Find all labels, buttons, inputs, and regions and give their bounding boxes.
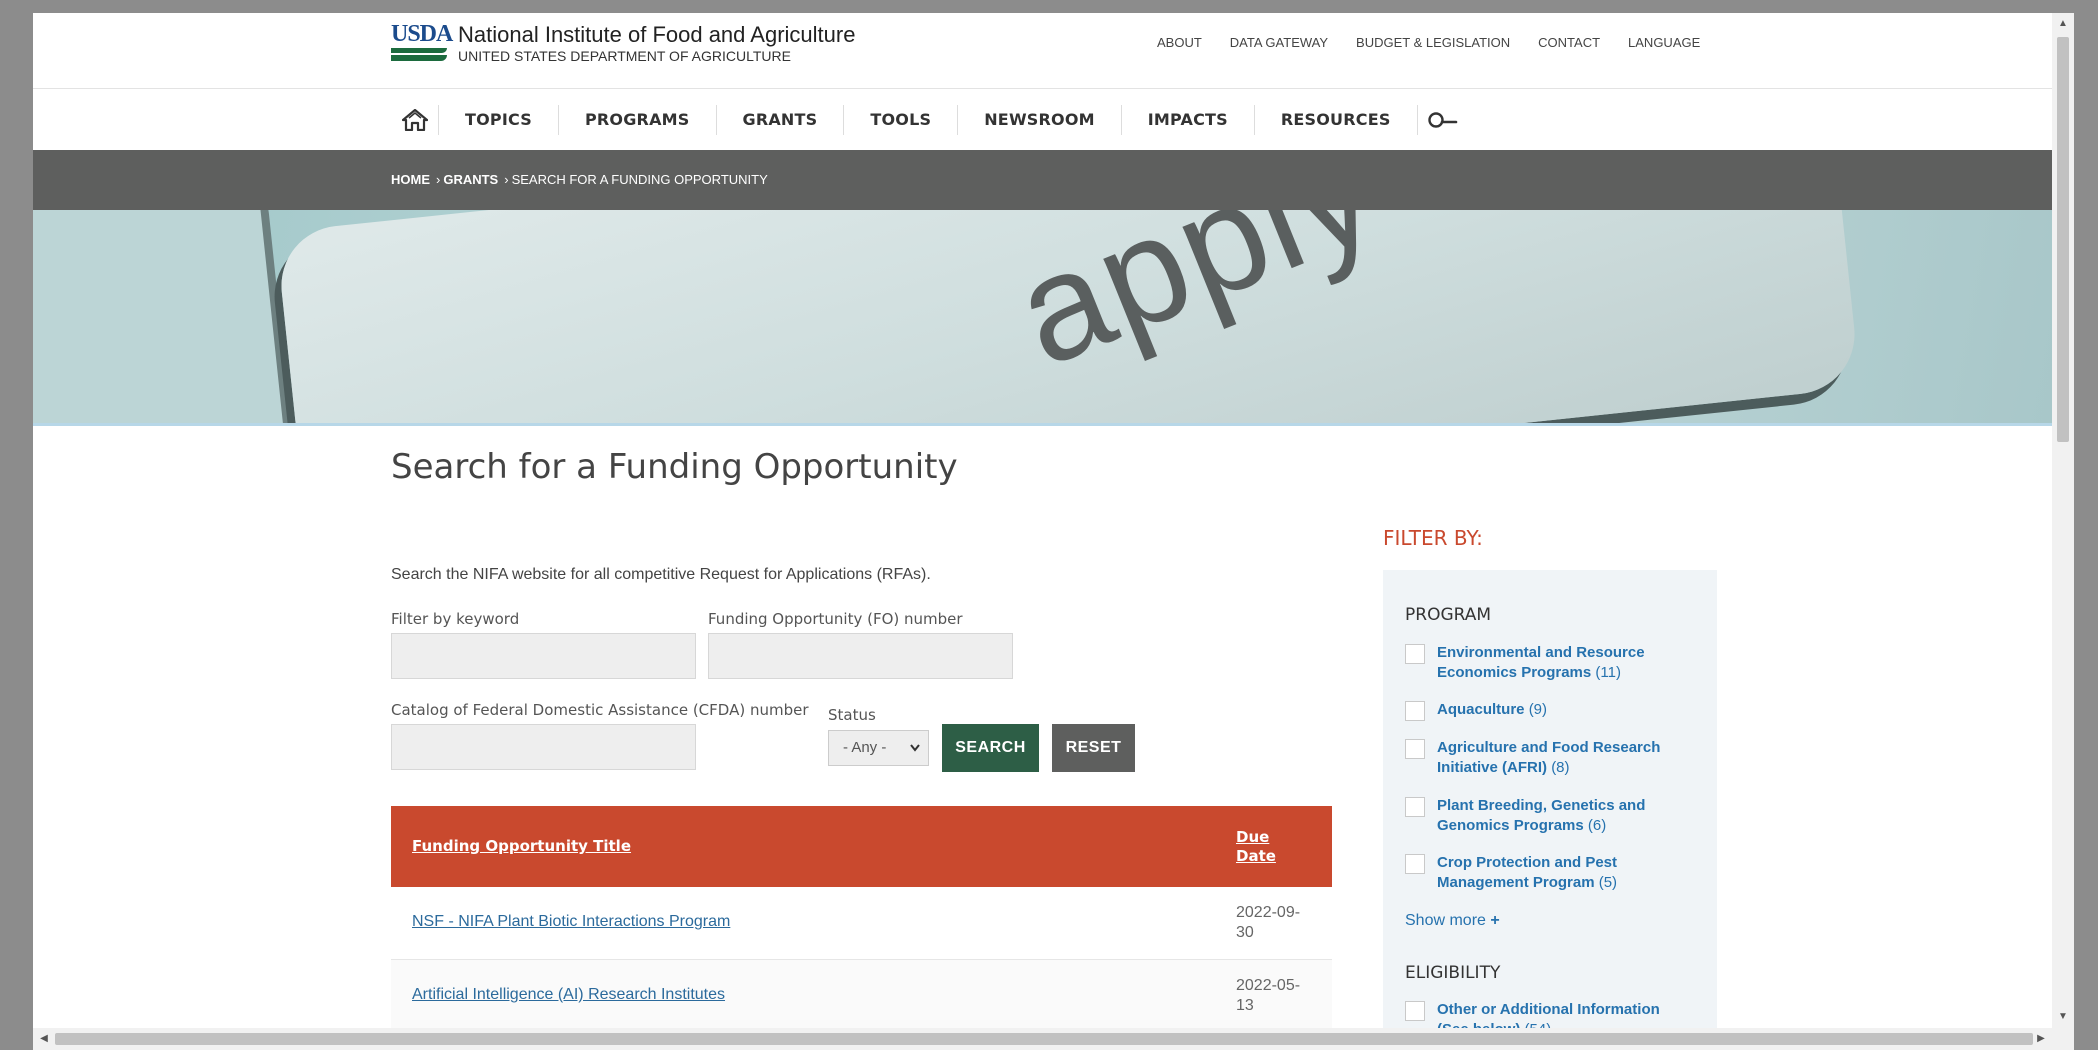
filter-panel: PROGRAM Environmental and Resource Econo… [1383, 570, 1717, 1050]
scroll-down-icon[interactable]: ▼ [2052, 1006, 2074, 1028]
table-header: Funding Opportunity Title Due Date [391, 806, 1332, 887]
nav-grants[interactable]: GRANTS [717, 105, 845, 135]
search-button[interactable]: SEARCH [942, 724, 1039, 772]
due-date: 2022-05-13 [1236, 977, 1301, 1014]
filter-item-label[interactable]: Crop Protection and Pest Management Prog… [1437, 854, 1617, 891]
nav-impacts[interactable]: IMPACTS [1122, 105, 1255, 135]
utility-link-data-gateway[interactable]: DATA GATEWAY [1230, 35, 1328, 50]
filter-item-count: (8) [1551, 759, 1570, 776]
filter-item-count: (6) [1587, 817, 1607, 834]
utility-link-contact[interactable]: CONTACT [1538, 35, 1600, 50]
keyword-input[interactable] [391, 633, 696, 679]
scrollbar-thumb[interactable] [55, 1033, 2033, 1045]
browser-window: USDA National Institute of Food and Agri… [33, 13, 2074, 1050]
nav-programs[interactable]: PROGRAMS [559, 105, 717, 135]
keyword-label: Filter by keyword [391, 610, 520, 628]
site-title[interactable]: National Institute of Food and Agricultu… [458, 22, 855, 48]
filter-checkbox[interactable] [1405, 797, 1425, 817]
search-icon[interactable] [1418, 105, 1468, 135]
filter-heading-eligibility: ELIGIBILITY [1405, 963, 1501, 983]
utility-link-language[interactable]: LANGUAGE [1628, 35, 1700, 50]
site-subtitle: UNITED STATES DEPARTMENT OF AGRICULTURE [458, 48, 791, 64]
hero-divider [33, 423, 2052, 426]
page-title: Search for a Funding Opportunity [391, 447, 958, 487]
fo-number-label: Funding Opportunity (FO) number [708, 610, 963, 628]
site-header: USDA National Institute of Food and Agri… [33, 13, 2052, 89]
breadcrumb-current: SEARCH FOR A FUNDING OPPORTUNITY [511, 172, 768, 187]
filter-item-count: (11) [1595, 664, 1621, 681]
filter-checkbox[interactable] [1405, 854, 1425, 874]
plus-icon: + [1490, 912, 1500, 929]
scroll-left-icon[interactable]: ◀ [33, 1028, 55, 1050]
usda-logo[interactable]: USDA [391, 21, 453, 62]
filter-item-label[interactable]: Plant Breeding, Genetics and Genomics Pr… [1437, 797, 1645, 834]
logo-text: USDA [391, 21, 453, 47]
nav-resources[interactable]: RESOURCES [1255, 105, 1418, 135]
column-header-title[interactable]: Funding Opportunity Title [412, 837, 631, 855]
hero-image: apply now [33, 210, 2052, 423]
filter-checkbox[interactable] [1405, 644, 1425, 664]
filter-item-count: (5) [1598, 874, 1618, 891]
utility-link-about[interactable]: ABOUT [1157, 35, 1202, 50]
reset-button[interactable]: RESET [1052, 724, 1135, 772]
hero-key-left [33, 210, 288, 423]
status-label: Status [828, 706, 876, 724]
column-header-due-date[interactable]: Due Date [1236, 828, 1296, 866]
chevron-down-icon [910, 731, 920, 778]
scroll-up-icon[interactable]: ▲ [2052, 13, 2074, 35]
utility-nav: ABOUT DATA GATEWAY BUDGET & LEGISLATION … [1157, 35, 1728, 50]
funding-opportunity-link[interactable]: NSF - NIFA Plant Biotic Interactions Pro… [412, 913, 730, 931]
status-select[interactable]: - Any - [828, 730, 929, 766]
breadcrumb-separator: › [504, 172, 509, 187]
intro-text: Search the NIFA website for all competit… [391, 566, 931, 583]
filter-checkbox[interactable] [1405, 701, 1425, 721]
funding-opportunity-link[interactable]: Artificial Intelligence (AI) Research In… [412, 986, 725, 1004]
utility-link-budget[interactable]: BUDGET & LEGISLATION [1356, 35, 1510, 50]
filter-item-label[interactable]: Agriculture and Food Research Initiative… [1437, 739, 1660, 776]
filter-heading-program: PROGRAM [1405, 605, 1492, 625]
results-table: Funding Opportunity Title Due Date NSF -… [391, 806, 1332, 1033]
show-more-label: Show more [1405, 912, 1486, 929]
scroll-right-icon[interactable]: ▶ [2030, 1028, 2052, 1050]
breadcrumb: HOME › GRANTS › SEARCH FOR A FUNDING OPPORTU… [391, 172, 768, 187]
logo-bar [391, 55, 447, 61]
filter-checkbox[interactable] [1405, 1001, 1425, 1021]
filter-title: FILTER BY: [1383, 526, 1483, 550]
breadcrumb-grants[interactable]: GRANTS [443, 172, 498, 187]
scrollbar-thumb[interactable] [2057, 37, 2069, 442]
due-date: 2022-09-30 [1236, 904, 1301, 941]
breadcrumb-bar: HOME › GRANTS › SEARCH FOR A FUNDING OPPORTU… [33, 150, 2052, 210]
filter-item-count: (9) [1528, 701, 1548, 718]
filter-checkbox[interactable] [1405, 739, 1425, 759]
breadcrumb-home[interactable]: HOME [391, 172, 430, 187]
logo-bar [391, 48, 447, 53]
show-more-link[interactable]: Show more + [1405, 912, 1500, 930]
table-row: NSF - NIFA Plant Biotic Interactions Pro… [391, 887, 1332, 960]
main-nav: TOPICS PROGRAMS GRANTS TOOLS NEWSROOM IM… [391, 90, 1468, 150]
cfda-input[interactable] [391, 724, 696, 770]
vertical-scrollbar[interactable]: ▲ ▼ [2052, 13, 2074, 1028]
horizontal-scrollbar[interactable]: ◀ ▶ [33, 1028, 2074, 1050]
filter-item-label[interactable]: Aquaculture [1437, 701, 1525, 718]
nav-newsroom[interactable]: NEWSROOM [958, 105, 1122, 135]
status-select-value: - Any - [843, 739, 887, 756]
table-row: Artificial Intelligence (AI) Research In… [391, 960, 1332, 1033]
nav-tools[interactable]: TOOLS [844, 105, 959, 135]
nav-topics[interactable]: TOPICS [439, 105, 559, 135]
home-icon[interactable] [391, 105, 439, 135]
fo-number-input[interactable] [708, 633, 1013, 679]
cfda-label: Catalog of Federal Domestic Assistance (… [391, 701, 809, 719]
breadcrumb-separator: › [436, 172, 441, 187]
